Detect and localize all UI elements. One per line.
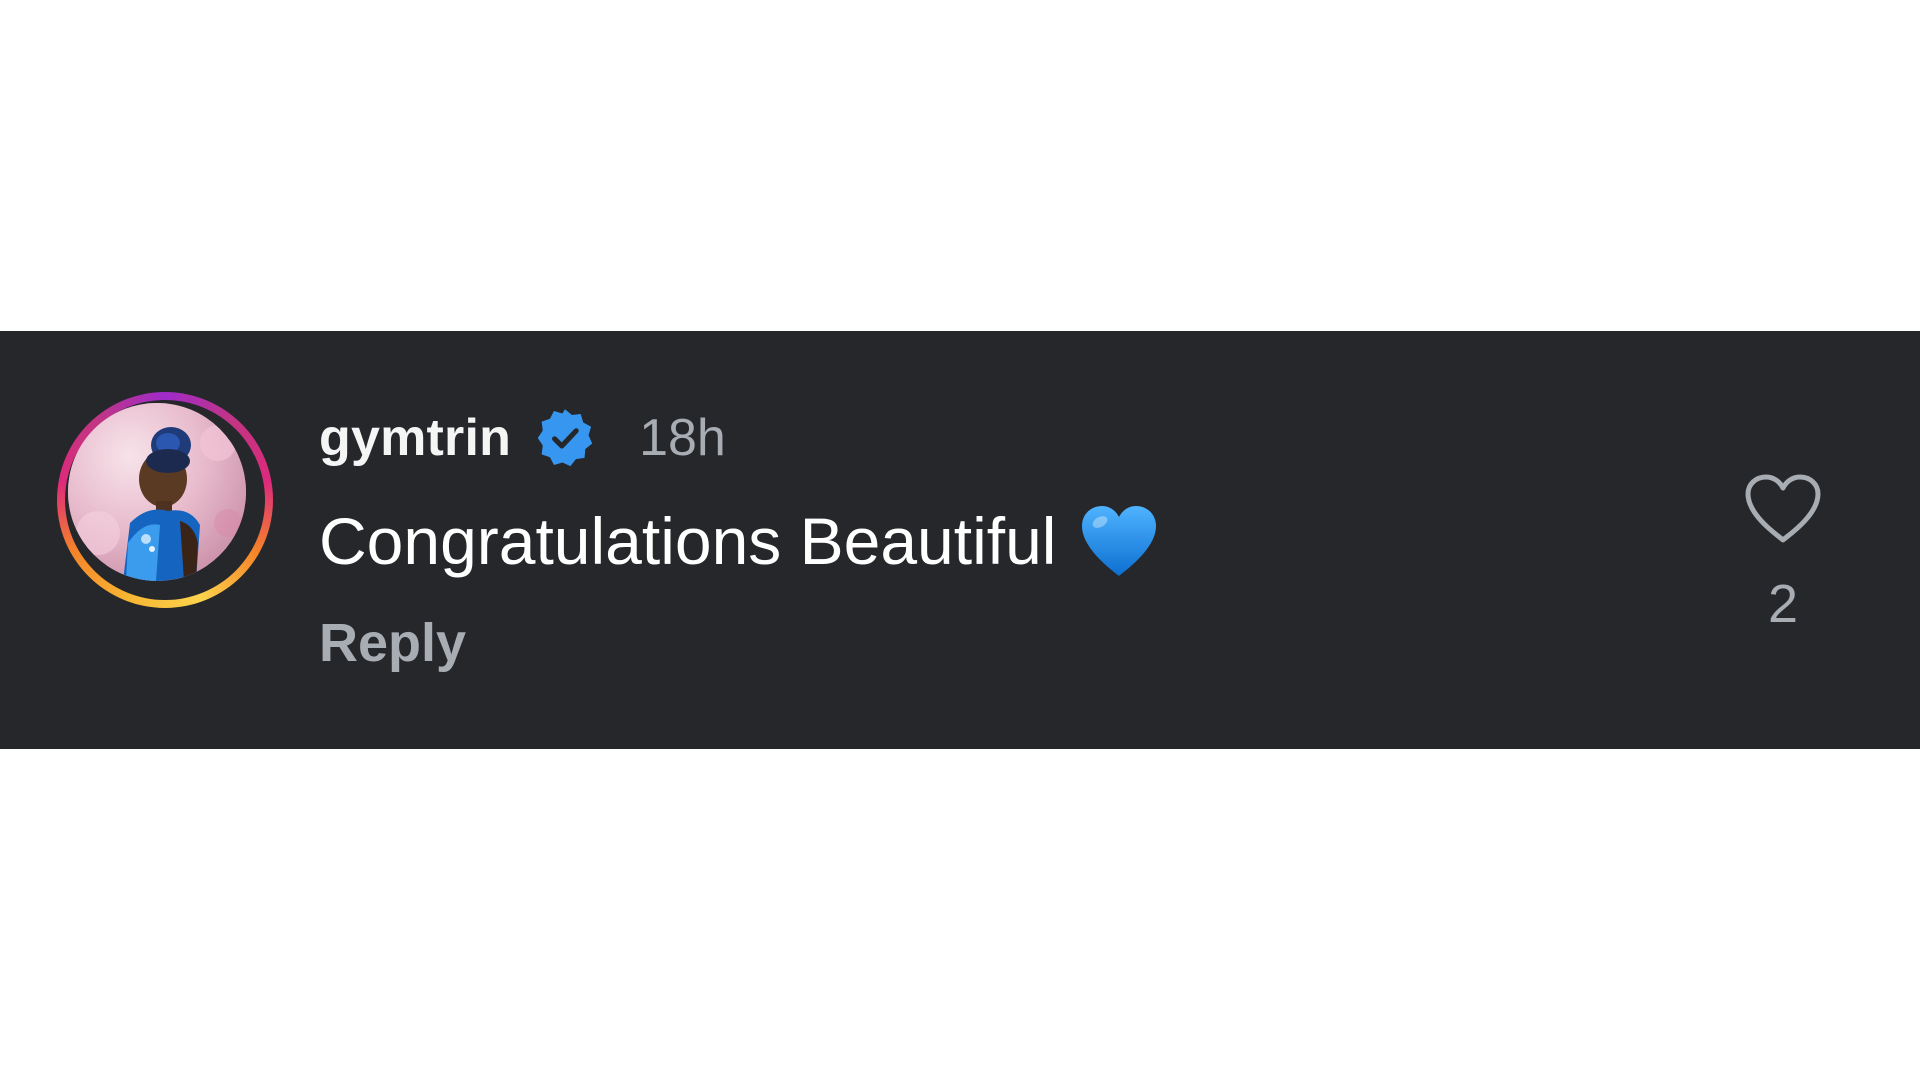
avatar-photo <box>68 403 246 581</box>
avatar[interactable] <box>68 403 246 581</box>
comment-item: gymtrin 18h Congratulations Beautiful Re… <box>0 331 1920 749</box>
comment-timestamp: 18h <box>639 409 726 467</box>
like-section: 2 <box>1740 473 1826 635</box>
heart-outline-icon[interactable] <box>1743 473 1823 545</box>
like-count: 2 <box>1767 574 1799 634</box>
reply-button[interactable]: Reply <box>319 612 466 674</box>
comment-header: gymtrin 18h <box>319 401 726 475</box>
verified-badge-icon <box>537 409 593 467</box>
username[interactable]: gymtrin <box>319 408 511 468</box>
comment-body: Congratulations Beautiful <box>319 501 1160 581</box>
comment-text: Congratulations Beautiful <box>319 504 1057 578</box>
blue-heart-emoji <box>1082 506 1157 576</box>
page: gymtrin 18h Congratulations Beautiful Re… <box>0 0 1920 1080</box>
story-ring[interactable] <box>57 392 273 608</box>
